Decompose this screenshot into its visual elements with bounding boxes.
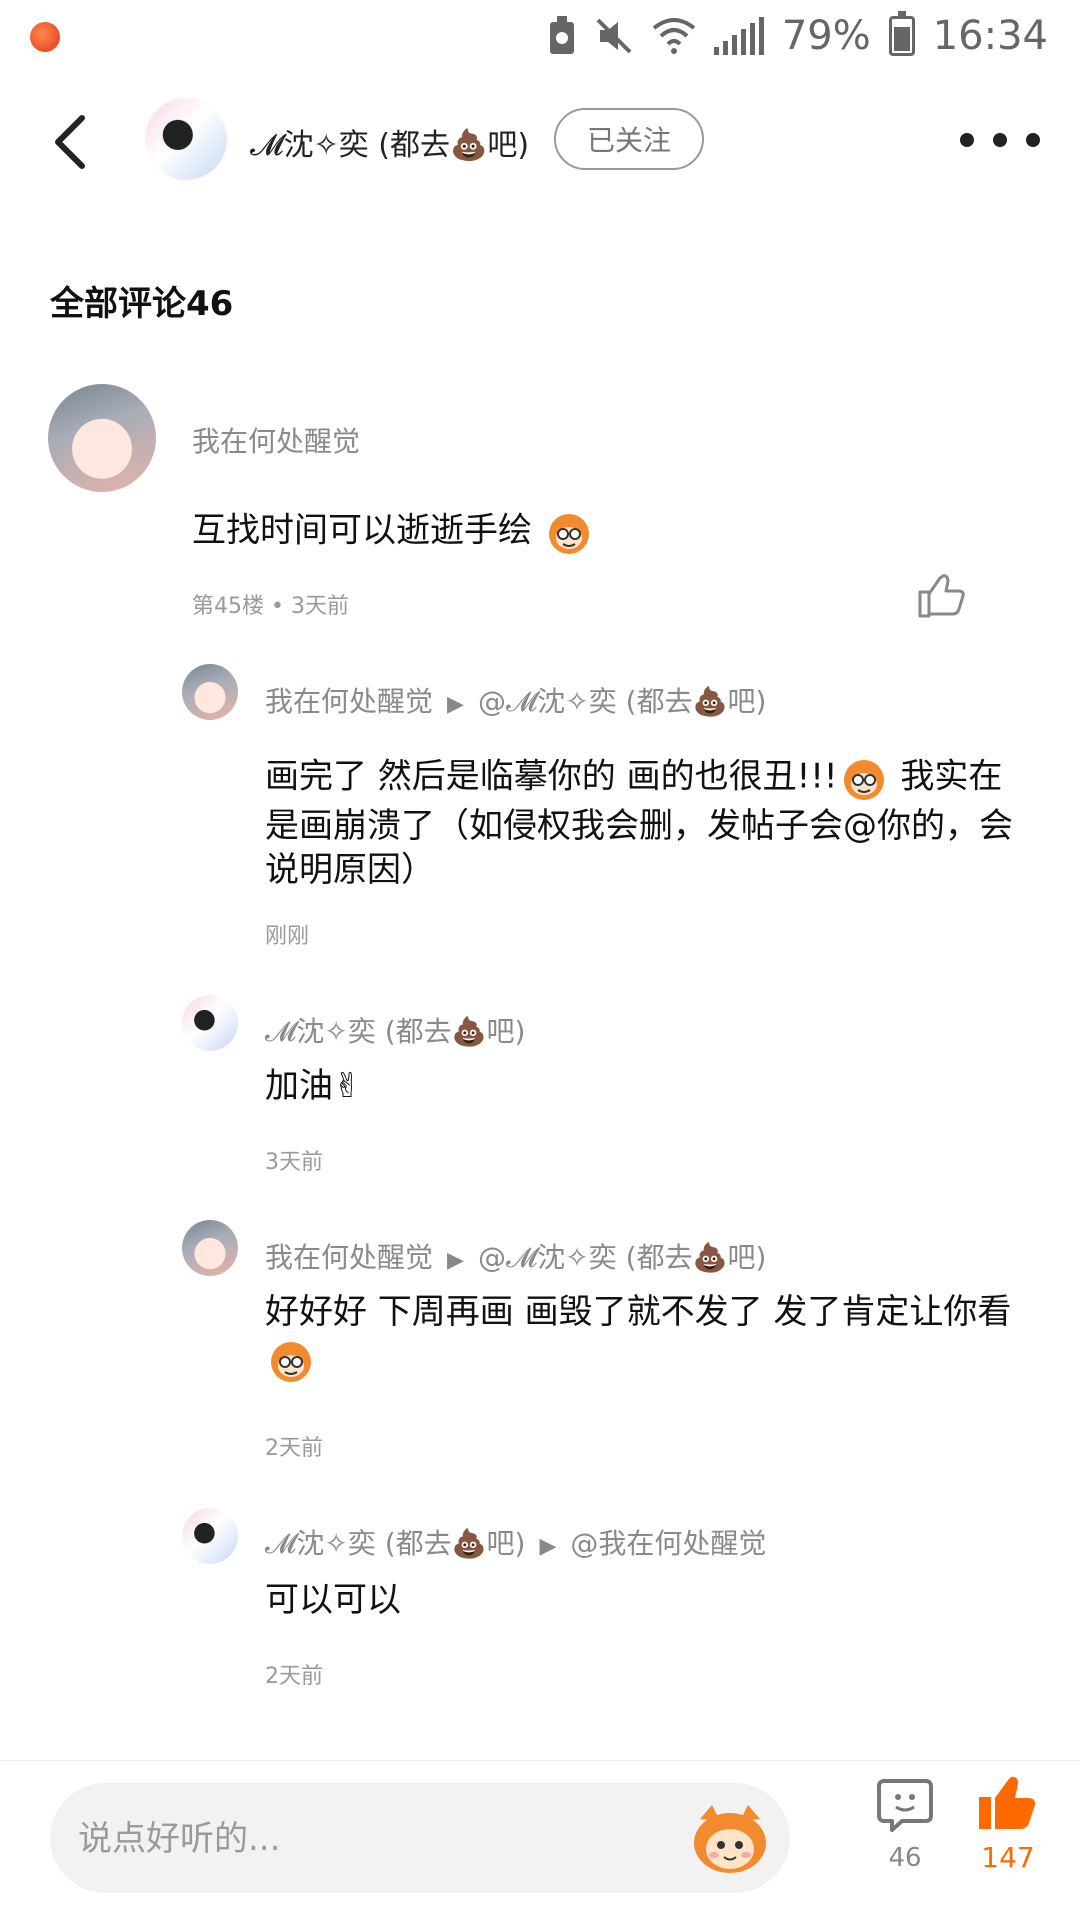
like-count: 147: [981, 1841, 1035, 1874]
follow-button[interactable]: 已关注: [554, 108, 704, 170]
app-notification-icon: [30, 22, 60, 52]
reply-text: 好好好 下周再画 画毁了就不发了 发了肯定让你看: [265, 1290, 1035, 1386]
thumbs-up-icon[interactable]: [916, 570, 966, 620]
comment-text: 互找时间可以逝逝手绘: [192, 506, 872, 558]
signal-icon: [713, 17, 764, 55]
comment-count: 46: [888, 1843, 922, 1873]
more-dot: [960, 133, 974, 147]
reply-avatar[interactable]: [182, 1508, 238, 1564]
reply-user[interactable]: 𝓜沈✧奕 (都去💩吧): [265, 1527, 525, 1560]
commenter-name[interactable]: 我在何处醒觉: [192, 420, 360, 460]
comment-input-container[interactable]: [50, 1783, 790, 1895]
reply-user[interactable]: 我在何处醒觉: [265, 685, 433, 718]
reply-time: 3天前: [265, 1150, 323, 1175]
wifi-icon: [652, 16, 696, 56]
reply-avatar[interactable]: [182, 664, 238, 720]
comment-bubble-icon: [877, 1779, 933, 1832]
comments-button[interactable]: 46: [870, 1777, 940, 1897]
reply-arrow-icon: ▶: [447, 692, 464, 717]
reply-header: 𝓜沈✧奕 (都去💩吧) ▶ @我在何处醒觉: [265, 1522, 766, 1562]
comment-floor-time: 第45楼 • 3天前: [192, 594, 349, 619]
reply-arrow-icon: ▶: [447, 1248, 464, 1273]
reply-arrow-icon: ▶: [539, 1534, 557, 1559]
reply-to[interactable]: @𝓜沈✧奕 (都去💩吧): [478, 685, 766, 718]
reply-to[interactable]: @我在何处醒觉: [570, 1527, 766, 1560]
reply-header: 我在何处醒觉 ▶ @𝓜沈✧奕 (都去💩吧): [265, 1236, 766, 1276]
status-icons: 79% 16:34: [548, 10, 1048, 62]
comment-text-body: 互找时间可以逝逝手绘: [192, 510, 532, 551]
battery-percent: 79%: [781, 13, 871, 59]
commenter-avatar[interactable]: [48, 384, 156, 492]
author-name[interactable]: 𝓜沈✧奕 (都去💩吧): [250, 120, 529, 164]
reply-user[interactable]: 我在何处醒觉: [265, 1241, 433, 1274]
reply-avatar[interactable]: [182, 1220, 238, 1276]
monkey-emoji-icon: [548, 514, 589, 554]
post-header: 𝓜沈✧奕 (都去💩吧) 已关注: [0, 84, 1080, 194]
battery-icon: [888, 11, 915, 56]
author-avatar[interactable]: [145, 98, 227, 180]
more-dot: [993, 133, 1007, 147]
reply-time: 2天前: [265, 1436, 323, 1461]
chevron-left-icon: [55, 115, 85, 169]
battery-saver-icon: [548, 16, 576, 56]
reply-text: 加油✌: [265, 1066, 362, 1106]
status-bar: 79% 16:34: [0, 0, 1080, 72]
thumbs-up-filled-icon: [979, 1776, 1036, 1829]
reply-header: 我在何处醒觉 ▶ @𝓜沈✧奕 (都去💩吧): [265, 680, 766, 720]
emoji-picker-icon[interactable]: [690, 1801, 770, 1877]
reply-time: 2天前: [265, 1664, 323, 1689]
clock: 16:34: [932, 13, 1048, 59]
reply-user[interactable]: 𝓜沈✧奕 (都去💩吧): [265, 1010, 525, 1050]
monkey-emoji-icon: [843, 760, 884, 800]
reply-avatar[interactable]: [182, 995, 238, 1051]
comment-input-bar: 46 147: [0, 1760, 1080, 1921]
mute-icon: [594, 16, 634, 56]
monkey-emoji-icon: [271, 1342, 311, 1382]
reply-to[interactable]: @𝓜沈✧奕 (都去💩吧): [478, 1241, 766, 1274]
reply-time: 刚刚: [265, 924, 310, 949]
reply-text-body: 好好好 下周再画 画毁了就不发了 发了肯定让你看: [265, 1292, 1012, 1332]
comment-input[interactable]: [76, 1783, 680, 1895]
like-button[interactable]: 147: [968, 1771, 1048, 1901]
more-dot: [1026, 133, 1040, 147]
reply-text-part: 画完了 然后是临摹你的 画的也很丑!!!: [265, 756, 838, 797]
reply-text: 可以可以: [265, 1580, 401, 1620]
comments-section-title: 全部评论46: [50, 284, 234, 324]
more-options-button[interactable]: [960, 120, 1040, 160]
back-button[interactable]: [40, 112, 100, 172]
reply-text: 画完了 然后是临摹你的 画的也很丑!!! 我实在是画崩溃了（如侵权我会删，发帖子…: [265, 752, 1015, 892]
